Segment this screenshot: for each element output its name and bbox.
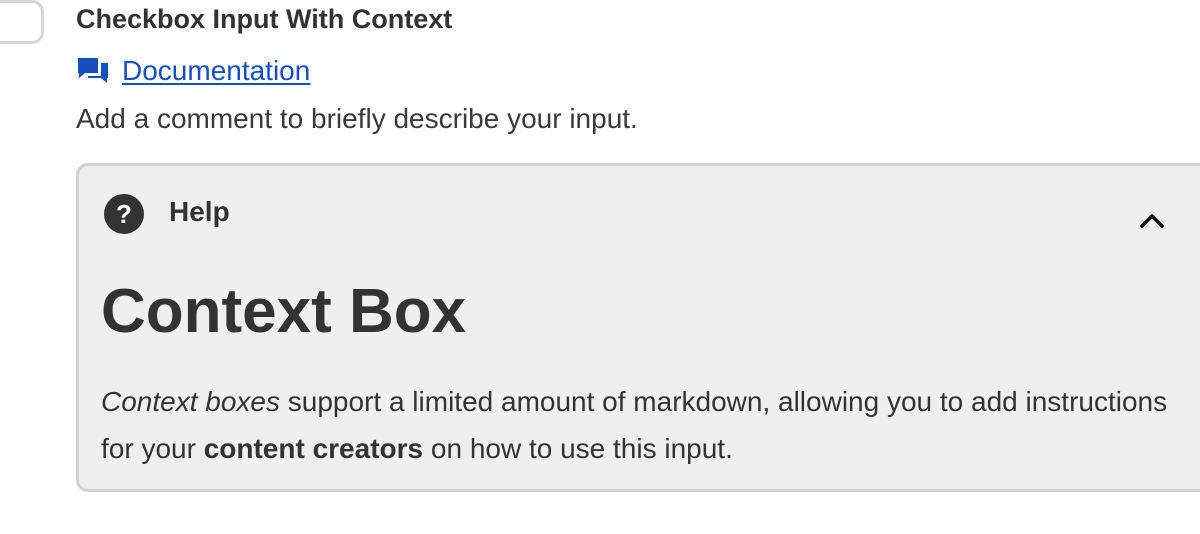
field-title: Checkbox Input With Context bbox=[76, 4, 453, 34]
documentation-link-row[interactable]: Documentation bbox=[76, 55, 310, 87]
question-circle-icon: ? bbox=[104, 194, 144, 234]
context-box-body: Context boxes support a limited amount o… bbox=[101, 378, 1181, 472]
documentation-link[interactable]: Documentation bbox=[122, 55, 310, 87]
field-description: Add a comment to briefly describe your i… bbox=[76, 103, 638, 134]
context-box-italic-term: Context boxes bbox=[101, 386, 280, 417]
help-label: Help bbox=[169, 196, 230, 227]
context-box-text-2: on how to use this input. bbox=[423, 433, 733, 464]
chevron-up-icon[interactable] bbox=[1135, 204, 1169, 238]
chat-bubbles-icon bbox=[76, 56, 112, 86]
checkbox[interactable] bbox=[0, 0, 44, 44]
checkbox-field-with-context: Checkbox Input With Context Documentatio… bbox=[0, 0, 1200, 534]
context-box: ? Help Context Box Context boxes support… bbox=[76, 163, 1200, 492]
context-box-heading: Context Box bbox=[101, 277, 467, 346]
context-box-bold-term: content creators bbox=[203, 433, 424, 464]
help-toggle[interactable]: ? Help bbox=[79, 166, 1200, 262]
